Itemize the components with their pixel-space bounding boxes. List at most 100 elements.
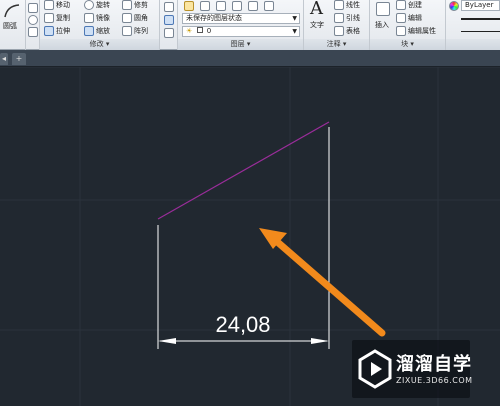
tab-overflow[interactable]: ◂ — [0, 53, 8, 65]
current-layer-value: 0 — [206, 27, 212, 35]
text-label: 文字 — [310, 21, 324, 29]
create-label: 创建 — [408, 1, 422, 9]
scale-button[interactable]: 缩放 — [84, 26, 110, 36]
erase-icon[interactable] — [164, 2, 174, 12]
layer-tool-icon[interactable] — [216, 1, 226, 11]
arc-label: 圆弧 — [3, 22, 17, 30]
modify-extra-tools — [160, 0, 178, 50]
ellipse-icon[interactable] — [28, 15, 38, 25]
trim-icon — [122, 0, 132, 10]
color-value: ByLayer — [465, 1, 494, 9]
chevron-down-icon: ▼ — [292, 15, 297, 22]
insert-label: 插入 — [375, 21, 389, 29]
block-panel-title[interactable]: 块 ▾ — [370, 39, 445, 50]
dimension-arrow-right — [311, 338, 329, 344]
move-label: 移动 — [56, 1, 70, 9]
mirror-icon — [84, 13, 94, 23]
layer-properties-icon[interactable] — [184, 1, 194, 11]
dimension-text: 24,08 — [215, 312, 270, 337]
array-button[interactable]: 阵列 — [122, 26, 148, 36]
layer-tool-icon[interactable] — [232, 1, 242, 11]
watermark: 溜溜自学 ZIXUE.3D66.COM — [352, 340, 473, 398]
layer-tool-icon[interactable] — [200, 1, 210, 11]
layer-tool-icon[interactable] — [264, 1, 274, 11]
stretch-label: 拉伸 — [56, 27, 70, 35]
layers-title-text: 图层 — [230, 40, 245, 48]
explode-icon[interactable] — [164, 15, 174, 25]
array-label: 阵列 — [134, 27, 148, 35]
hatch-icon[interactable] — [28, 27, 38, 37]
drawn-line[interactable] — [157, 121, 330, 220]
color-dropdown[interactable]: ByLayer — [461, 0, 500, 11]
edit-label: 编辑 — [408, 14, 422, 22]
modify-panel: 移动 旋转 修剪 复制 镜像 圆角 拉伸 缩放 阵列 修改 ▾ — [40, 0, 160, 50]
arc-icon — [4, 4, 20, 18]
fillet-button[interactable]: 圆角 — [122, 13, 148, 23]
modify-panel-title[interactable]: 修改 ▾ — [40, 39, 159, 50]
linear-dimension-icon — [334, 0, 344, 10]
properties-panel: ByLayer — [446, 0, 500, 50]
edit-block-button[interactable]: 编辑 — [396, 13, 422, 23]
block-panel: 插入 创建 编辑 编辑属性 块 ▾ — [370, 0, 446, 50]
table-icon — [334, 26, 344, 36]
annotation-arrow — [259, 228, 386, 337]
layers-panel: 未保存的图层状态 ▼ ☀ 0 ▼ 图层 ▾ — [178, 0, 304, 50]
file-tab-bar: ◂ + — [0, 50, 500, 67]
linear-dimension-button[interactable]: 线性 — [334, 0, 360, 10]
edit-attributes-button[interactable]: 编辑属性 — [396, 26, 436, 36]
edit-block-icon — [396, 13, 406, 23]
watermark-url: ZIXUE.3D66.COM — [396, 376, 473, 385]
ribbon: 圆弧 移动 旋转 修剪 复制 镜像 圆角 拉伸 缩放 阵列 修改 ▾ 未保存的图… — [0, 0, 500, 50]
layer-tool-icon[interactable] — [248, 1, 258, 11]
trim-label: 修剪 — [134, 1, 148, 9]
stretch-icon — [44, 26, 54, 36]
chevron-down-icon: ▼ — [292, 28, 297, 35]
insert-block-icon[interactable] — [376, 2, 390, 16]
linetype-sample[interactable] — [461, 31, 500, 32]
leader-label: 引线 — [346, 14, 360, 22]
create-block-icon — [396, 0, 406, 10]
edit-attributes-icon — [396, 26, 406, 36]
dimension-arrow-left — [158, 338, 176, 344]
layers-panel-title[interactable]: 图层 ▾ — [178, 39, 303, 50]
new-tab-button[interactable]: + — [12, 53, 26, 65]
move-icon — [44, 0, 54, 10]
layer-color-swatch — [196, 27, 203, 33]
current-layer-dropdown[interactable]: ☀ 0 ▼ — [182, 26, 300, 37]
modify-title-text: 修改 — [89, 40, 104, 48]
rotate-button[interactable]: 旋转 — [84, 0, 110, 10]
properties-panel-title[interactable] — [446, 39, 500, 50]
leader-icon — [334, 13, 344, 23]
lightbulb-icon: ☀ — [186, 27, 193, 35]
copy-label: 复制 — [56, 14, 70, 22]
mirror-label: 镜像 — [96, 14, 110, 22]
edit-attributes-label: 编辑属性 — [408, 27, 436, 35]
rectangle-icon[interactable] — [28, 3, 38, 13]
table-label: 表格 — [346, 27, 360, 35]
mirror-button[interactable]: 镜像 — [84, 13, 110, 23]
offset-icon[interactable] — [164, 28, 174, 38]
table-button[interactable]: 表格 — [334, 26, 360, 36]
annotation-panel-title[interactable]: 注释 ▾ — [304, 39, 369, 50]
copy-icon — [44, 13, 54, 23]
text-icon[interactable]: A — [310, 0, 323, 18]
linear-dimension[interactable]: 24,08 — [157, 127, 330, 349]
trim-button[interactable]: 修剪 — [122, 0, 148, 10]
layer-state-dropdown[interactable]: 未保存的图层状态 ▼ — [182, 13, 300, 24]
array-icon — [122, 26, 132, 36]
copy-button[interactable]: 复制 — [44, 13, 70, 23]
move-button[interactable]: 移动 — [44, 0, 70, 10]
arc-button[interactable] — [3, 3, 21, 19]
layer-state-value: 未保存的图层状态 — [186, 14, 242, 22]
draw-extra-tools — [26, 0, 40, 50]
scale-icon — [84, 26, 94, 36]
rotate-icon — [84, 0, 94, 10]
annotation-panel: A 文字 线性 引线 表格 注释 ▾ — [304, 0, 370, 50]
leader-button[interactable]: 引线 — [334, 13, 360, 23]
color-wheel-icon[interactable] — [449, 1, 459, 11]
watermark-title: 溜溜自学 — [396, 354, 472, 375]
lineweight-sample[interactable] — [461, 18, 500, 20]
linear-label: 线性 — [346, 1, 360, 9]
stretch-button[interactable]: 拉伸 — [44, 26, 70, 36]
create-block-button[interactable]: 创建 — [396, 0, 422, 10]
